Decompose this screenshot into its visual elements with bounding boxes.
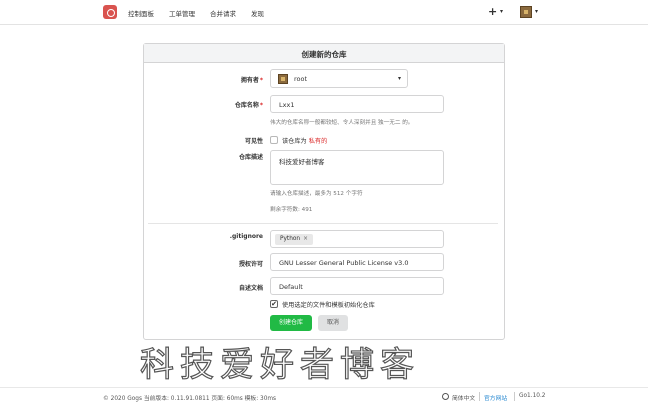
gitignore-label: .gitignore [229, 233, 263, 240]
gitignore-tag: Python × [275, 234, 313, 245]
owner-avatar [278, 74, 288, 84]
watermark-text: 科技爱好者博客 [139, 344, 420, 385]
private-checkbox[interactable] [270, 136, 278, 144]
form-divider [148, 223, 498, 224]
readme-select[interactable]: Default [270, 277, 444, 295]
readme-label: 自述文档 [238, 285, 263, 292]
chevron-down-icon: ▾ [397, 75, 401, 82]
page-title: 创建新的仓库 [301, 50, 347, 59]
user-avatar[interactable] [520, 6, 532, 18]
tag-remove-icon[interactable]: × [303, 236, 308, 242]
remaining-chars: 剩余字符数: 491 [270, 207, 313, 213]
nav-dashboard[interactable]: 控制面板 [128, 8, 154, 18]
top-navbar: 控制面板 工单管理 合并请求 发现 + ▾ ▾ [0, 0, 648, 25]
repo-name-label: 仓库名称* [234, 102, 263, 109]
user-caret-icon[interactable]: ▾ [535, 8, 538, 15]
website-link[interactable]: 官方网站 [484, 393, 507, 402]
go-version: Go1.10.2 [519, 393, 546, 399]
footer-separator [514, 392, 515, 401]
gitignore-select[interactable]: Python × [270, 230, 444, 248]
footer-separator [479, 392, 480, 401]
description-help: 请输入仓库描述，最多为 512 个字符 [270, 191, 363, 197]
gogs-logo-icon[interactable] [103, 5, 117, 19]
nav-explore[interactable]: 发现 [251, 8, 264, 18]
create-repo-button[interactable]: 创建仓库 [270, 315, 312, 331]
footer: © 2020 Gogs 当前版本: 0.11.91.0811 页面: 60ms … [0, 387, 648, 405]
create-plus-icon[interactable]: + [488, 5, 497, 18]
owner-value: root [294, 75, 308, 83]
cancel-button[interactable]: 取消 [318, 315, 348, 331]
panel-header: 创建新的仓库 [144, 44, 504, 63]
create-caret-icon[interactable]: ▾ [500, 8, 503, 15]
repo-name-help: 伟大的仓库名称一般都较短、令人深刻并且 独一无二 的。 [270, 120, 414, 126]
owner-label: 拥有者* [240, 77, 263, 84]
nav-pull-requests[interactable]: 合并请求 [210, 8, 236, 18]
globe-icon [442, 393, 449, 400]
visibility-label: 可见性 [244, 138, 263, 145]
nav-issues[interactable]: 工单管理 [169, 8, 195, 18]
init-checkbox-label[interactable]: 使用选定的文件和模板初始化仓库 [282, 300, 375, 309]
repo-name-input[interactable]: Lxx1 [270, 95, 444, 113]
private-checkbox-label[interactable]: 该仓库为 私有的 [282, 136, 327, 145]
license-select[interactable]: GNU Lesser General Public License v3.0 [270, 253, 444, 271]
description-label: 仓库描述 [238, 154, 263, 161]
owner-dropdown[interactable]: root ▾ [270, 69, 408, 88]
footer-version: © 2020 Gogs 当前版本: 0.11.91.0811 页面: 60ms … [103, 396, 277, 402]
language-selector[interactable]: 简体中文 [452, 393, 475, 402]
license-label: 授权许可 [238, 261, 263, 268]
init-checkbox[interactable]: ✔ [270, 300, 278, 308]
description-textarea[interactable]: 科技爱好者博客 [270, 150, 444, 185]
